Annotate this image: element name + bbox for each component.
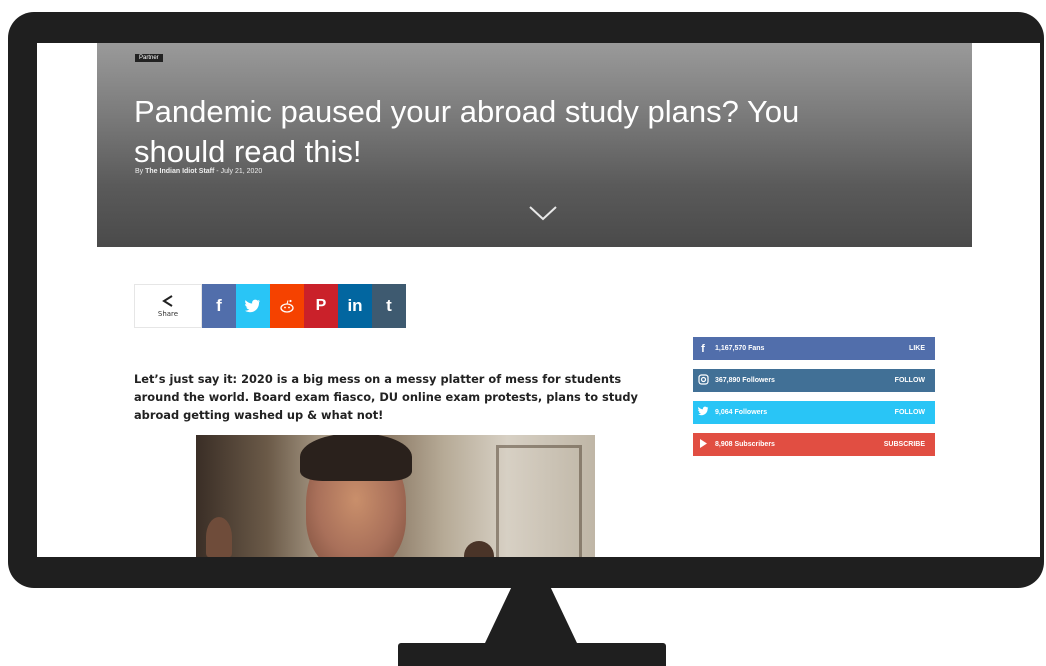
main-person-hair	[300, 435, 412, 481]
facebook-counter[interactable]: f 1,167,570 Fans LIKE	[693, 337, 935, 360]
facebook-like-button[interactable]: LIKE	[909, 345, 935, 352]
browser-screen: Partner Pandemic paused your abroad stud…	[37, 43, 1040, 557]
youtube-subscribe-button[interactable]: SUBSCRIBE	[884, 441, 935, 448]
monitor-stand	[483, 586, 579, 646]
category-badge[interactable]: Partner	[135, 54, 163, 62]
linkedin-icon: in	[347, 296, 363, 315]
background-person	[464, 541, 494, 557]
instagram-counter[interactable]: 367,890 Followers FOLLOW	[693, 369, 935, 392]
pinterest-icon: P	[315, 297, 327, 314]
page-title: Pandemic paused your abroad study plans?…	[134, 93, 800, 169]
youtube-play-icon	[693, 438, 713, 451]
article-intro: Let’s just say it: 2020 is a big mess on…	[134, 372, 638, 423]
share-tumblr-button[interactable]: t	[372, 284, 406, 328]
youtube-unit: Subscribers	[734, 441, 775, 448]
instagram-icon	[693, 373, 713, 388]
reddit-icon	[280, 299, 294, 313]
twitter-unit: Followers	[734, 409, 768, 416]
background-window	[496, 445, 582, 557]
share-reddit-button[interactable]	[270, 284, 304, 328]
chevron-down-icon[interactable]	[528, 203, 558, 223]
monitor-frame: Partner Pandemic paused your abroad stud…	[8, 12, 1044, 588]
facebook-count: 1,167,570	[715, 345, 747, 352]
article-hero: Partner Pandemic paused your abroad stud…	[97, 43, 972, 247]
instagram-count: 367,890	[715, 377, 741, 384]
twitter-counter[interactable]: 9,064 Followers FOLLOW	[693, 401, 935, 424]
instagram-follow-button[interactable]: FOLLOW	[895, 377, 935, 384]
share-icon	[162, 295, 173, 307]
facebook-count-label: 1,167,570 Fans	[715, 345, 909, 352]
share-facebook-button[interactable]: f	[202, 284, 236, 328]
twitter-icon	[245, 299, 260, 313]
twitter-icon	[693, 406, 713, 419]
instagram-unit: Followers	[742, 377, 775, 384]
twitter-count: 9,064	[715, 409, 733, 416]
share-toggle[interactable]: Share	[134, 284, 202, 328]
twitter-count-label: 9,064 Followers	[715, 409, 895, 416]
twitter-follow-button[interactable]: FOLLOW	[895, 409, 935, 416]
facebook-unit: Fans	[748, 345, 765, 352]
author-link[interactable]: The Indian Idiot Staff	[145, 168, 214, 175]
date-separator: -	[216, 168, 219, 175]
byline-prefix: By	[135, 168, 144, 175]
youtube-count-label: 8,908 Subscribers	[715, 441, 884, 448]
social-counters: f 1,167,570 Fans LIKE 367,890 Followers …	[693, 337, 935, 465]
share-bar: Share f P in t	[134, 284, 406, 328]
share-twitter-button[interactable]	[236, 284, 270, 328]
article-image	[196, 435, 595, 557]
share-pinterest-button[interactable]: P	[304, 284, 338, 328]
youtube-counter[interactable]: 8,908 Subscribers SUBSCRIBE	[693, 433, 935, 456]
instagram-count-label: 367,890 Followers	[715, 377, 895, 384]
youtube-count: 8,908	[715, 441, 733, 448]
publish-date: July 21, 2020	[220, 168, 263, 175]
tumblr-icon: t	[386, 296, 392, 315]
background-person	[206, 517, 232, 557]
share-label: Share	[157, 310, 179, 318]
facebook-icon: f	[701, 342, 705, 355]
facebook-icon: f	[216, 296, 222, 315]
share-linkedin-button[interactable]: in	[338, 284, 372, 328]
byline: By The Indian Idiot Staff - July 21, 202…	[135, 168, 262, 175]
monitor-base	[398, 643, 666, 666]
